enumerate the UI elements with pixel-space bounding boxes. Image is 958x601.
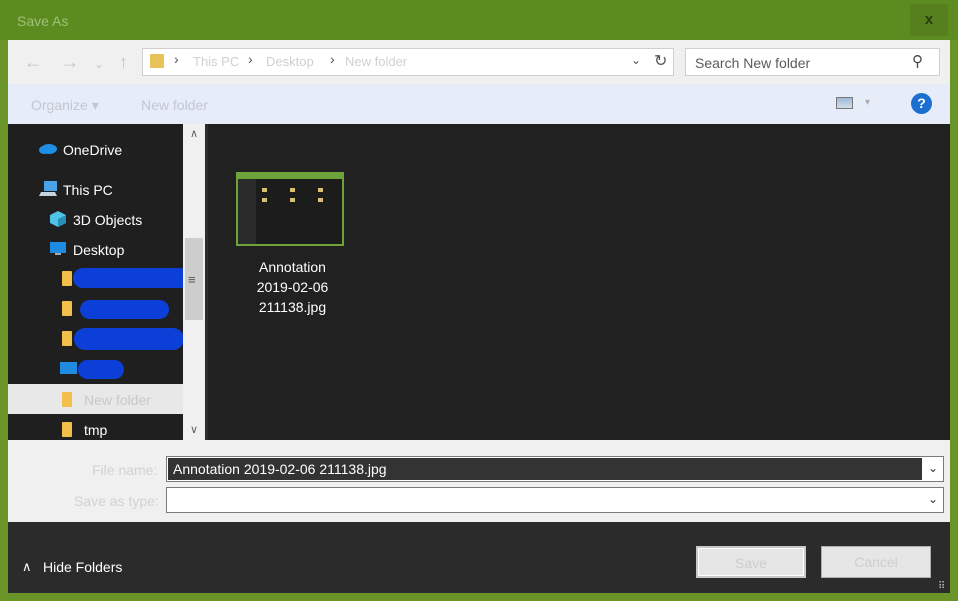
help-icon[interactable]: ? [911,93,932,114]
redaction-mark [74,328,184,350]
thumbnail-detail [262,198,267,202]
thumbnail-detail [318,188,323,192]
search-placeholder: Search New folder [695,55,811,71]
breadcrumb-separator[interactable]: › [248,51,253,67]
thumbnail-detail [238,179,256,244]
redaction-mark [80,300,169,319]
resize-grip-icon[interactable]: ⠿ [938,581,945,592]
file-name-value[interactable]: Annotation 2019-02-06 211138.jpg [168,458,922,480]
address-dropdown-icon[interactable]: ⌄ [631,53,641,67]
save-as-type-dropdown-icon[interactable]: ⌄ [928,492,938,506]
image-folder-icon [60,362,77,374]
folder-icon [62,422,72,437]
sidebar-item-3d-objects[interactable]: 3D Objects [73,212,142,238]
folder-icon [150,54,164,68]
breadcrumb-desktop[interactable]: Desktop [266,54,314,69]
scroll-down-button[interactable]: ∨ [183,421,205,439]
new-folder-button[interactable]: New folder [141,97,208,113]
view-dropdown-icon[interactable]: ▾ [865,97,870,108]
thumbnail-detail [290,188,295,192]
save-as-type-select[interactable] [166,487,944,513]
recent-locations-button[interactable]: ⌄ [94,55,104,73]
hide-folders-button[interactable]: Hide Folders [43,559,122,575]
organize-button[interactable]: Organize ▾ [31,97,99,114]
file-name-line: Annotation [259,259,326,275]
dialog-footer [8,522,950,593]
breadcrumb-separator[interactable]: › [330,51,335,67]
redaction-mark [73,268,190,288]
desktop-icon [50,242,66,255]
file-name-dropdown-icon[interactable]: ⌄ [928,461,938,475]
refresh-icon[interactable]: ↻ [654,51,667,71]
breadcrumb-new-folder[interactable]: New folder [345,54,407,69]
file-name-label: File name: [92,462,158,478]
thumbnail-detail [262,188,267,192]
thumbnail-detail [290,198,295,202]
file-name-line: 211138.jpg [258,299,327,315]
view-options-icon[interactable] [836,97,853,109]
folder-icon [62,392,72,407]
folder-icon [62,331,72,346]
cancel-button[interactable]: Cancel [821,546,931,578]
breadcrumb-separator[interactable]: › [174,51,179,67]
save-as-type-label: Save as type: [74,493,159,509]
thumbnail-detail [318,198,323,202]
3d-objects-icon [50,211,66,227]
scroll-up-button[interactable]: ∧ [183,125,205,143]
this-pc-icon [39,181,57,196]
search-icon[interactable]: ⚲ [912,52,923,70]
sidebar-item-this-pc[interactable]: This PC [63,182,113,208]
redaction-mark [78,360,124,379]
sidebar-item-desktop[interactable]: Desktop [73,242,124,268]
file-label[interactable]: Annotation 2019-02-06 211138.jpg [240,257,345,317]
chevron-up-icon[interactable]: ∧ [22,559,32,575]
window-title: Save As [17,13,69,29]
sidebar-item-label: New folder [84,392,151,408]
folder-icon [62,301,72,316]
save-as-dialog: Save As x ← → ⌄ ↑ › This PC › Desktop › … [0,0,958,601]
scroll-grip-icon: ≡ [188,272,196,287]
breadcrumb-this-pc[interactable]: This PC [193,54,239,69]
file-name-line: 2019-02-06 [256,279,329,295]
folder-icon [62,271,72,286]
close-button[interactable]: x [910,4,948,36]
forward-button[interactable]: → [61,53,79,71]
title-bar[interactable]: Save As x [0,0,958,40]
onedrive-icon [39,144,57,154]
save-button[interactable]: Save [696,546,806,578]
back-button[interactable]: ← [24,53,42,71]
sidebar-item-onedrive[interactable]: OneDrive [63,142,122,168]
up-button[interactable]: ↑ [119,53,128,71]
